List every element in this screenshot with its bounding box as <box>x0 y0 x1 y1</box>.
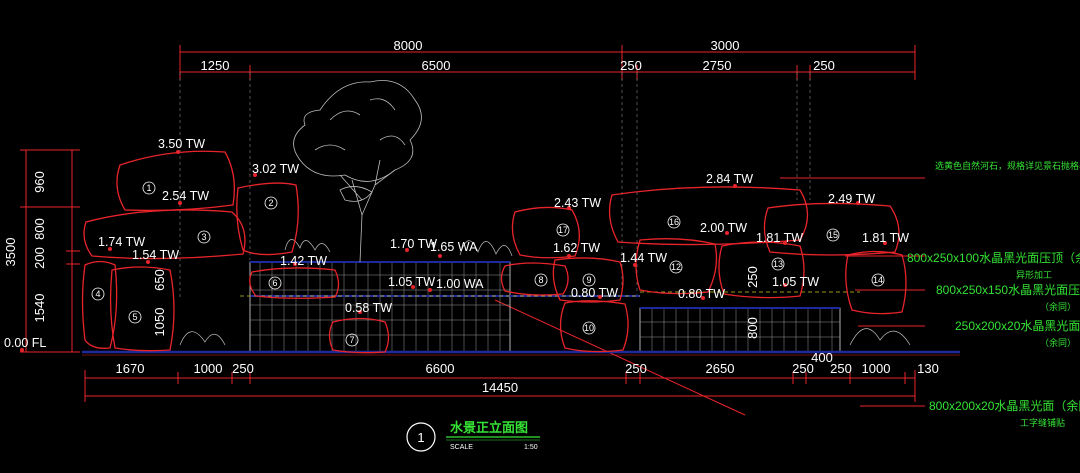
level-label: 2.84 TW <box>706 172 753 186</box>
dim-bottom-1000a: 1000 <box>194 361 223 376</box>
dim-left-960: 960 <box>32 171 47 193</box>
note-coping-150-sub: （余同） <box>1040 301 1076 312</box>
title-name: 水景正立面图 <box>450 420 528 435</box>
stone-number: 4 <box>95 289 100 299</box>
scale-label: SCALE <box>450 444 473 451</box>
dim-bottom-250d: 250 <box>830 361 852 376</box>
level-label: 0.58 TW <box>345 301 392 315</box>
stone-number: 13 <box>773 259 783 269</box>
dim-bottom-6600: 6600 <box>426 361 455 376</box>
scale-value: 1:50 <box>524 444 538 451</box>
stone-number: 7 <box>349 335 354 345</box>
level-label: 1.65 WA <box>430 240 478 254</box>
stone-number: 2 <box>268 198 273 208</box>
dim-top-1250: 1250 <box>201 58 230 73</box>
level-label: 1.05 TW <box>772 275 819 289</box>
dim-top-250a: 250 <box>620 58 642 73</box>
level-label: 1.00 WA <box>436 277 484 291</box>
stone-number: 6 <box>272 278 277 288</box>
dim-left-200: 200 <box>32 247 47 269</box>
stone-number: 8 <box>538 275 543 285</box>
title-block: 1 水景正立面图 SCALE 1:50 <box>406 420 540 452</box>
note-coping-100-sub: 异形加工 <box>1016 269 1052 280</box>
level-label: 2.54 TW <box>162 189 209 203</box>
stone-number: 16 <box>669 217 679 227</box>
stone-number: 5 <box>132 312 137 322</box>
dim-top-2750: 2750 <box>703 58 732 73</box>
stone-number: 1 <box>146 183 151 193</box>
note-cladding-800: 800x200x20水晶黑光面（余同） <box>929 398 1080 413</box>
dim-inner-400: 400 <box>811 350 833 365</box>
level-label: 2.43 TW <box>554 196 601 210</box>
rocks <box>81 150 960 356</box>
dim-bottom-1000b: 1000 <box>862 361 891 376</box>
stone-number: 10 <box>584 323 594 333</box>
note-cladding-250-sub: （余同） <box>1040 337 1076 348</box>
level-label: 3.50 TW <box>158 137 205 151</box>
elevation-drawing: 8000 3000 1250 6500 250 2750 250 1670 10… <box>3 38 1080 452</box>
level-label: 0.80 TW <box>678 287 725 301</box>
note-cladding-250: 250x200x20水晶黑光面 <box>955 319 1080 333</box>
level-label: 1.74 TW <box>98 235 145 249</box>
level-label: 0.80 TW <box>571 286 618 300</box>
stone-number: 12 <box>671 262 681 272</box>
level-label: 1.81 TW <box>862 231 909 245</box>
dim-top-6500: 6500 <box>422 58 451 73</box>
dim-left-650: 650 <box>152 269 167 291</box>
stone-number: 17 <box>558 225 568 235</box>
dimension-lines <box>20 45 925 416</box>
dim-left-3500: 3500 <box>3 238 18 267</box>
level-label: 2.00 TW <box>700 221 747 235</box>
dim-top-3000: 3000 <box>711 38 740 53</box>
dim-top-8000: 8000 <box>394 38 423 53</box>
level-label: 1.62 TW <box>553 241 600 255</box>
title-number: 1 <box>417 430 424 445</box>
level-label: 1.54 TW <box>132 248 179 262</box>
dim-bottom-250a: 250 <box>232 361 254 376</box>
dim-inner-800: 800 <box>745 317 760 339</box>
dim-inner-250: 250 <box>745 266 760 288</box>
dim-bottom-130: 130 <box>917 361 939 376</box>
level-label: 1.05 TW <box>388 275 435 289</box>
note-cladding-800-sub: 工字缝铺贴 <box>1020 417 1065 428</box>
stone-number: 14 <box>873 275 883 285</box>
note-coping-100: 800x250x100水晶黑光面压顶（余同） <box>907 250 1080 265</box>
pool-wall <box>82 261 960 354</box>
level-label: 0.00 FL <box>4 336 46 350</box>
dim-left-1540: 1540 <box>32 294 47 323</box>
note-rock-spec: 选黄色自然河石，规格详见景石抛格表 <box>935 160 1080 171</box>
level-label: 2.49 TW <box>828 192 875 206</box>
stone-number: 9 <box>586 275 591 285</box>
note-coping-150: 800x250x150水晶黑光面压顶 <box>936 283 1080 297</box>
dim-top-250b: 250 <box>813 58 835 73</box>
dim-left-1050: 1050 <box>152 308 167 337</box>
stone-number: 15 <box>828 230 838 240</box>
stone-number: 3 <box>201 232 206 242</box>
dim-bottom-250b: 250 <box>625 361 647 376</box>
tree <box>293 80 422 263</box>
level-label: 1.81 TW <box>756 231 803 245</box>
level-label: 1.44 TW <box>620 251 667 265</box>
dim-bottom-1670: 1670 <box>116 361 145 376</box>
level-label: 3.02 TW <box>252 162 299 176</box>
dim-left-800: 800 <box>32 218 47 240</box>
level-label: 1.42 TW <box>280 254 327 268</box>
dim-bottom-14450: 14450 <box>482 380 518 395</box>
dim-bottom-2650: 2650 <box>706 361 735 376</box>
